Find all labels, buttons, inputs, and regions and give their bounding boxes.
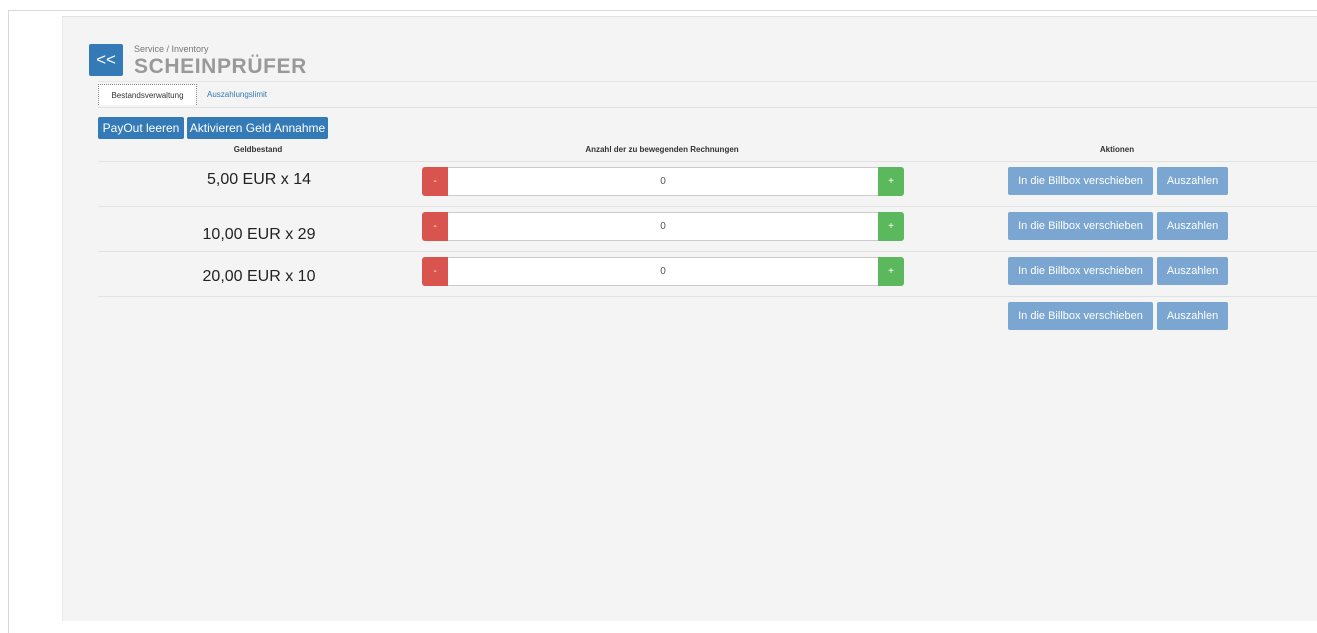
payout-empty-button[interactable]: PayOut leeren [98, 117, 184, 139]
move-to-billbox-button[interactable]: In die Billbox verschieben [1008, 257, 1153, 285]
breadcrumb: Service / Inventory [134, 44, 209, 54]
back-button[interactable]: << [89, 44, 123, 76]
column-header-anzahl: Anzahl der zu bewegenden Rechnungen [585, 145, 739, 154]
column-header-geldbestand: Geldbestand [233, 145, 283, 154]
increment-button[interactable]: + [878, 212, 904, 241]
divider [98, 107, 1317, 108]
tab-bestandsverwaltung[interactable]: Bestandsverwaltung [98, 84, 197, 105]
divider [98, 81, 1317, 82]
row-divider [98, 161, 1317, 162]
bill-count-5eur: 5,00 EUR x 14 [206, 171, 312, 188]
row-divider [98, 296, 1317, 297]
payout-button[interactable]: Auszahlen [1157, 167, 1228, 195]
row-divider [98, 251, 1317, 252]
bill-count-10eur: 10,00 EUR x 29 [202, 226, 316, 243]
column-header-aktionen: Aktionen [1099, 145, 1135, 154]
tab-auszahlungslimit[interactable]: Auszahlungslimit [207, 84, 267, 105]
payout-all-button[interactable]: Auszahlen [1157, 302, 1228, 330]
row-divider [98, 206, 1317, 207]
quantity-input[interactable] [448, 167, 878, 196]
bill-count-20eur: 20,00 EUR x 10 [202, 268, 316, 285]
quantity-input[interactable] [448, 212, 878, 241]
payout-button[interactable]: Auszahlen [1157, 257, 1228, 285]
payout-button[interactable]: Auszahlen [1157, 212, 1228, 240]
increment-button[interactable]: + [878, 167, 904, 196]
decrement-button[interactable]: - [422, 212, 448, 241]
decrement-button[interactable]: - [422, 257, 448, 286]
increment-button[interactable]: + [878, 257, 904, 286]
move-to-billbox-button[interactable]: In die Billbox verschieben [1008, 167, 1153, 195]
activate-cash-acceptance-button[interactable]: Aktivieren Geld Annahme [187, 117, 328, 139]
decrement-button[interactable]: - [422, 167, 448, 196]
page-title: SCHEINPRÜFER [134, 55, 307, 78]
move-to-billbox-button[interactable]: In die Billbox verschieben [1008, 212, 1153, 240]
move-all-to-billbox-button[interactable]: In die Billbox verschieben [1008, 302, 1153, 330]
quantity-input[interactable] [448, 257, 878, 286]
